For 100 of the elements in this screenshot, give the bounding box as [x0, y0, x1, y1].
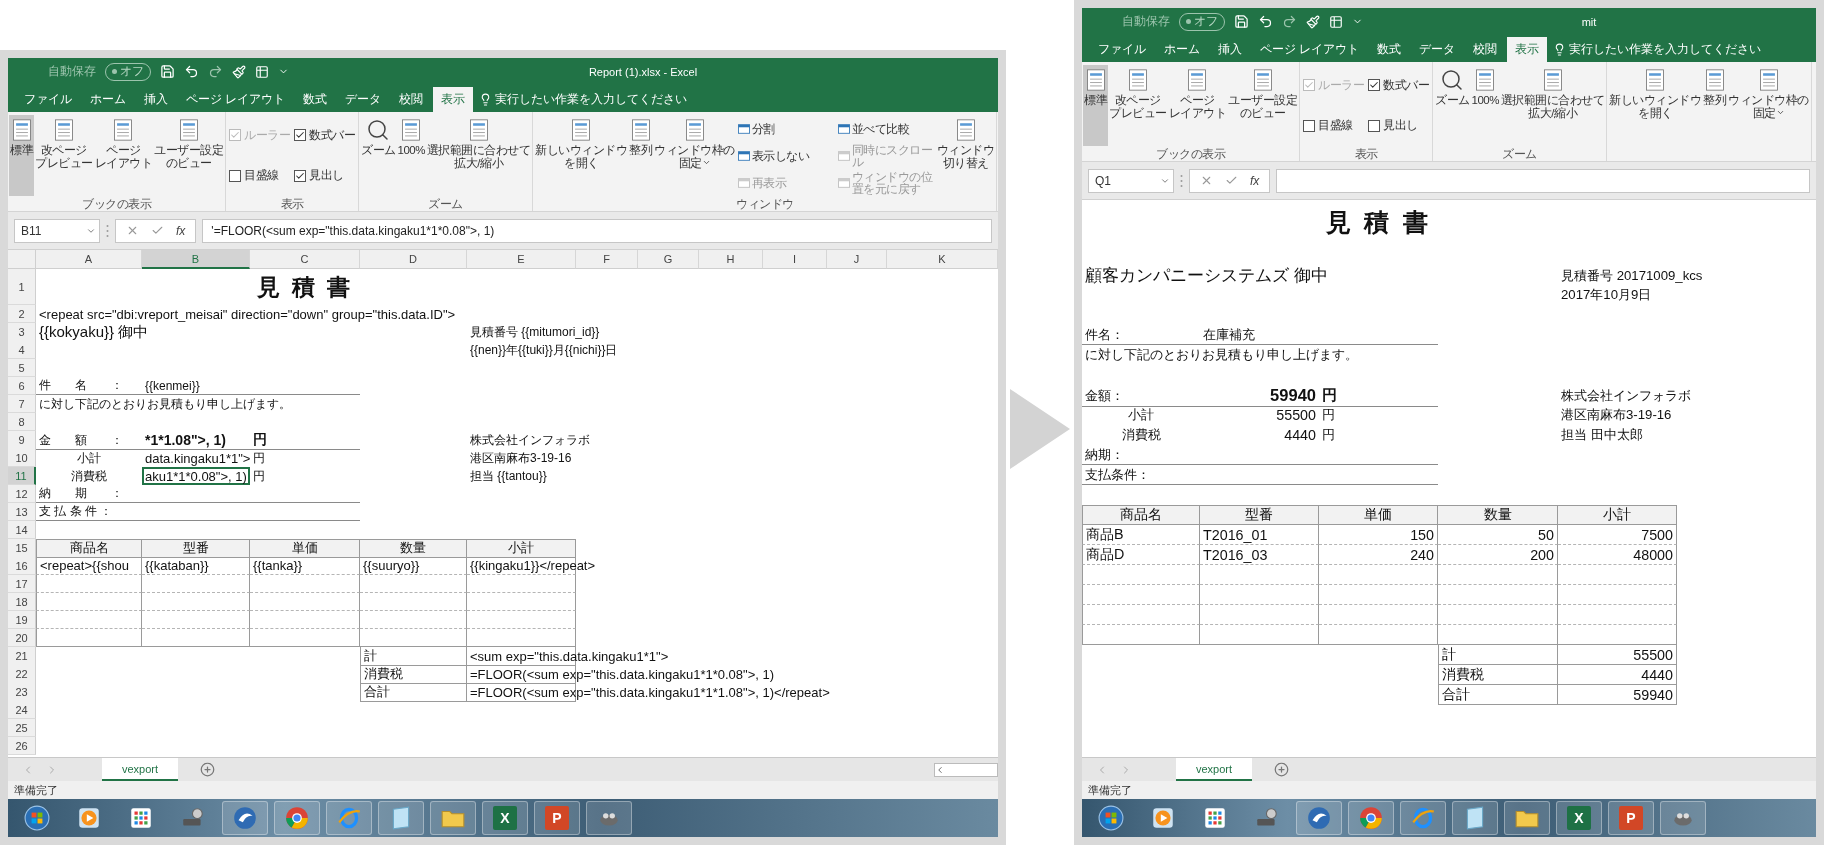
enter-icon[interactable]: [151, 224, 164, 237]
checkbox[interactable]: [294, 169, 306, 182]
taskbar-button[interactable]: [1348, 801, 1394, 835]
ribbon-button[interactable]: 改ページ プレビュー: [34, 115, 94, 196]
sheet-tab[interactable]: vexport: [102, 758, 179, 781]
ribbon-button[interactable]: 選択範囲に合わせて 拡大/縮小: [425, 115, 532, 196]
undo-icon[interactable]: [1258, 14, 1273, 29]
ribbon-button[interactable]: ウィンドウ枠の 固定: [653, 115, 736, 196]
ribbon-button[interactable]: 100%: [396, 115, 426, 196]
taskbar-button[interactable]: [1452, 801, 1498, 835]
column-header[interactable]: I: [763, 250, 827, 269]
column-header[interactable]: K: [887, 250, 998, 269]
scroll-left-icon[interactable]: [935, 764, 945, 775]
checkbox[interactable]: [1303, 119, 1315, 132]
row-header[interactable]: 12: [8, 485, 36, 503]
ribbon-tab[interactable]: 挿入: [136, 87, 176, 112]
row-header[interactable]: 18: [8, 593, 36, 611]
checkbox[interactable]: [1368, 79, 1380, 92]
taskbar-button[interactable]: [1296, 801, 1342, 835]
column-header[interactable]: C: [250, 250, 360, 269]
row-header[interactable]: 8: [8, 413, 36, 431]
row-header[interactable]: 11: [8, 467, 36, 485]
name-box[interactable]: B11: [14, 218, 100, 243]
row-header[interactable]: 13: [8, 503, 36, 521]
column-header[interactable]: D: [360, 250, 467, 269]
ribbon-button[interactable]: ズーム: [1434, 65, 1471, 146]
taskbar-button[interactable]: X: [1556, 801, 1602, 835]
ribbon-tab[interactable]: ホーム: [1156, 37, 1208, 62]
row-header[interactable]: 20: [8, 629, 36, 647]
brush-icon[interactable]: [1306, 14, 1320, 29]
ribbon-button[interactable]: 標準: [9, 115, 34, 196]
sheet-tab[interactable]: vexport: [1176, 758, 1253, 781]
ribbon-tab[interactable]: ページ レイアウト: [178, 87, 294, 112]
taskbar-button[interactable]: X: [482, 801, 528, 835]
ribbon-button[interactable]: 改ページ プレビュー: [1108, 65, 1168, 146]
row-header[interactable]: 7: [8, 395, 36, 413]
ribbon-tab[interactable]: ホーム: [82, 87, 134, 112]
row-header[interactable]: 1: [8, 269, 36, 305]
ribbon-tab[interactable]: 数式: [295, 87, 336, 112]
horizontal-scrollbar[interactable]: [934, 762, 998, 777]
taskbar-button[interactable]: [1504, 801, 1550, 835]
column-header[interactable]: H: [699, 250, 763, 269]
insert-function-button[interactable]: fx: [176, 223, 186, 238]
ribbon-button[interactable]: ページ レイアウト: [1167, 65, 1227, 146]
taskbar-button[interactable]: P: [1608, 801, 1654, 835]
ribbon-button[interactable]: 選択範囲に合わせて 拡大/縮小: [1499, 65, 1606, 146]
row-header[interactable]: 17: [8, 575, 36, 593]
ribbon-button[interactable]: 表示しない: [735, 142, 836, 169]
row-header[interactable]: 6: [8, 377, 36, 395]
save-icon[interactable]: [160, 64, 175, 79]
add-sheet-icon[interactable]: [1274, 762, 1290, 777]
row-header[interactable]: 25: [8, 719, 36, 737]
ribbon-tab[interactable]: 挿入: [1210, 37, 1250, 62]
column-header[interactable]: A: [36, 250, 142, 269]
taskbar-button[interactable]: P: [534, 801, 580, 835]
ribbon-button[interactable]: ページ レイアウト: [93, 115, 153, 196]
cancel-icon[interactable]: [1200, 174, 1213, 187]
column-header[interactable]: B: [142, 250, 250, 269]
ribbon-button[interactable]: ウィンドウ 切り替え: [935, 115, 996, 196]
taskbar-button[interactable]: [274, 801, 320, 835]
row-header[interactable]: 19: [8, 611, 36, 629]
row-header[interactable]: 5: [8, 359, 36, 377]
tell-me-field[interactable]: 実行したい作業を入力してください: [1553, 37, 1762, 62]
column-header[interactable]: G: [638, 250, 699, 269]
ribbon-tab[interactable]: 校閲: [391, 87, 432, 112]
ribbon-button[interactable]: 100%: [1470, 65, 1500, 146]
ribbon-button[interactable]: 新しいウィンドウ を開く: [1608, 65, 1703, 146]
ribbon-button[interactable]: 並べて比較: [835, 115, 936, 142]
checkbox[interactable]: [294, 129, 306, 142]
ribbon-tab[interactable]: データ: [1411, 37, 1464, 62]
taskbar-button[interactable]: [1660, 801, 1706, 835]
ribbon-tab[interactable]: ファイル: [16, 87, 80, 112]
ribbon-tab[interactable]: データ: [337, 87, 390, 112]
redo-icon[interactable]: [208, 64, 223, 79]
formula-field[interactable]: [1276, 168, 1810, 193]
redo-icon[interactable]: [1282, 14, 1297, 29]
ribbon-button[interactable]: ユーザー設定 のビュー: [153, 115, 224, 196]
ribbon-button[interactable]: 標準: [1083, 65, 1108, 146]
ribbon-button[interactable]: 分割: [735, 115, 836, 142]
ribbon-tab[interactable]: ファイル: [1090, 37, 1154, 62]
taskbar-button[interactable]: [586, 801, 632, 835]
cancel-icon[interactable]: [126, 224, 139, 237]
tell-me-field[interactable]: 実行したい作業を入力してください: [479, 87, 688, 112]
row-header[interactable]: 10: [8, 449, 36, 467]
ribbon-button[interactable]: ユーザー設定 のビュー: [1227, 65, 1298, 146]
ribbon-button[interactable]: 新しいウィンドウ を開く: [534, 115, 629, 196]
ribbon-button[interactable]: 整列: [1702, 65, 1728, 146]
ribbon-tab[interactable]: 表示: [433, 87, 474, 112]
taskbar-button[interactable]: [222, 801, 268, 835]
ribbon-button[interactable]: 整列: [628, 115, 654, 196]
formula-field[interactable]: '=FLOOR(<sum exp="this.data.kingaku1*1*0.08">, 1): [202, 218, 992, 243]
undo-icon[interactable]: [184, 64, 199, 79]
column-header[interactable]: J: [827, 250, 887, 269]
add-sheet-icon[interactable]: [200, 762, 216, 777]
column-header[interactable]: E: [467, 250, 576, 269]
ribbon-tab[interactable]: 数式: [1369, 37, 1410, 62]
ribbon-button[interactable]: ズーム: [360, 115, 397, 196]
row-header[interactable]: 4: [8, 341, 36, 359]
checkbox[interactable]: [229, 169, 241, 182]
ribbon-tab[interactable]: ページ レイアウト: [1252, 37, 1368, 62]
